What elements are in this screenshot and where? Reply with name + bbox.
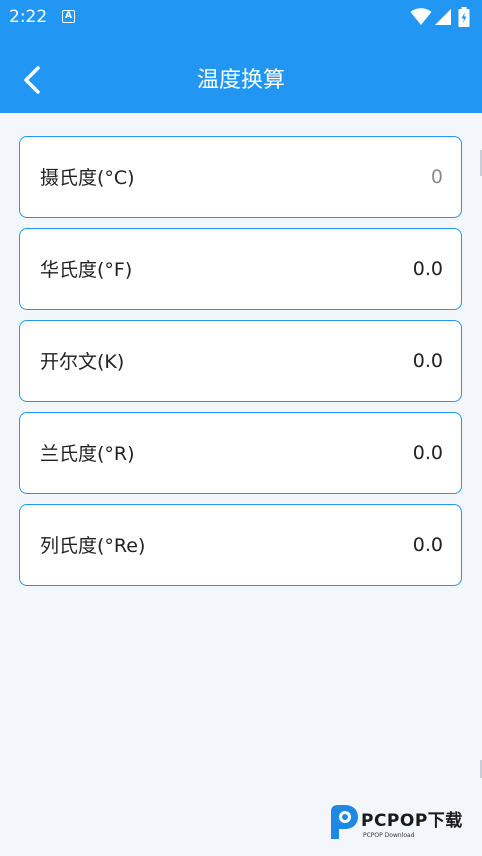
- wifi-icon: [410, 8, 432, 25]
- watermark-brand: PCPOP下载: [361, 811, 463, 831]
- kelvin-row[interactable]: 开尔文(K): [19, 320, 462, 402]
- signal-icon: [435, 9, 451, 25]
- fahrenheit-input[interactable]: [243, 251, 443, 287]
- watermark-sub: PCPOP Download: [363, 832, 415, 839]
- status-time: 2:22: [9, 7, 48, 27]
- watermark: PCPOP下载 PCPOP Download: [327, 805, 477, 845]
- kelvin-input[interactable]: [243, 343, 443, 379]
- reaumur-label: 列氏度(°Re): [40, 535, 146, 557]
- rankine-label: 兰氏度(°R): [40, 443, 135, 465]
- kelvin-label: 开尔文(K): [40, 351, 125, 373]
- celsius-label: 摄氏度(°C): [40, 167, 135, 189]
- fahrenheit-label: 华氏度(°F): [40, 259, 133, 281]
- reaumur-row[interactable]: 列氏度(°Re): [19, 504, 462, 586]
- fahrenheit-row[interactable]: 华氏度(°F): [19, 228, 462, 310]
- status-icons: [410, 7, 476, 27]
- rankine-input[interactable]: [243, 435, 443, 471]
- battery-icon: [458, 7, 470, 27]
- reaumur-input[interactable]: [243, 527, 443, 563]
- celsius-row[interactable]: 摄氏度(°C): [19, 136, 462, 218]
- celsius-input[interactable]: [243, 159, 443, 195]
- pcpop-logo-icon: [331, 805, 358, 839]
- page-title: 温度换算: [196, 68, 285, 93]
- conversion-list: 摄氏度(°C) 华氏度(°F) 开尔文(K) 兰氏度(°R) 列氏度(°Re): [19, 136, 462, 596]
- rankine-row[interactable]: 兰氏度(°R): [19, 412, 462, 494]
- app-bar: 温度换算: [0, 34, 482, 113]
- status-bar: 2:22 A: [0, 0, 482, 34]
- notification-a-icon: A: [62, 10, 75, 23]
